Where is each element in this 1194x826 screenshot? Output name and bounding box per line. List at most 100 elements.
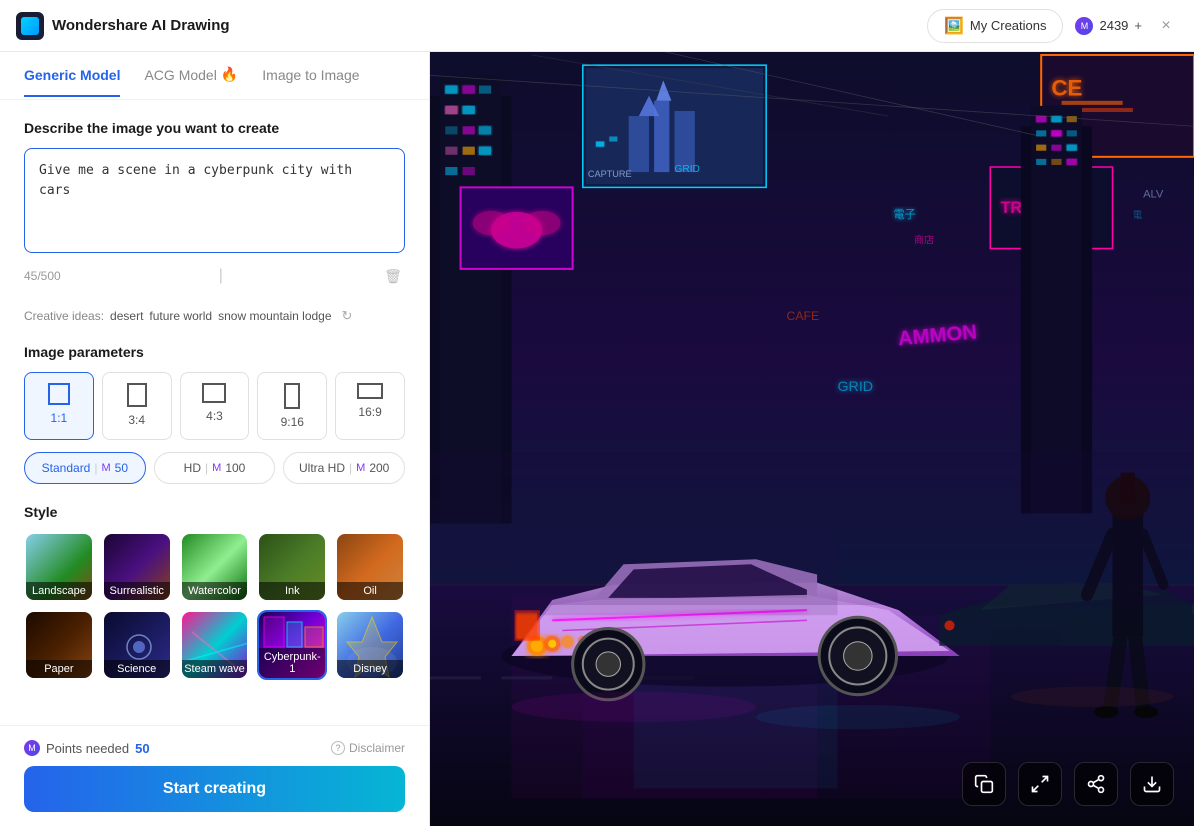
left-panel: Generic Model ACG Model 🔥 Image to Image… xyxy=(0,52,430,826)
quality-divider-hd: | xyxy=(205,461,208,475)
style-cyberpunk-label: Cyberpunk-1 xyxy=(259,648,325,678)
svg-text:GRID: GRID xyxy=(674,164,699,175)
disclaimer-link[interactable]: ? Disclaimer xyxy=(331,741,405,755)
creative-ideas-label: Creative ideas: xyxy=(24,309,104,323)
quality-m-icon-standard: M xyxy=(101,462,110,474)
quality-hd[interactable]: HD | M 100 xyxy=(154,452,276,484)
main-content: Generic Model ACG Model 🔥 Image to Image… xyxy=(0,52,1194,826)
start-creating-button[interactable]: Start creating xyxy=(24,766,405,812)
style-steamwave[interactable]: Steam wave xyxy=(180,610,250,680)
prompt-section-label: Describe the image you want to create xyxy=(24,120,405,136)
prompt-section: Describe the image you want to create Gi… xyxy=(24,120,405,288)
app-title: Wondershare AI Drawing xyxy=(52,17,230,34)
style-paper[interactable]: Paper xyxy=(24,610,94,680)
copy-button[interactable] xyxy=(962,762,1006,806)
svg-text:商店: 商店 xyxy=(914,233,934,246)
image-actions xyxy=(962,762,1174,806)
quality-m-icon-hd: M xyxy=(212,462,221,474)
cyberpunk-scene: GRID CAPTURE CE TRUCS xyxy=(430,52,1194,826)
points-icon: M xyxy=(1075,17,1093,35)
my-creations-button[interactable]: 🖼️ My Creations xyxy=(927,9,1064,43)
titlebar: Wondershare AI Drawing 🖼️ My Creations M… xyxy=(0,0,1194,52)
idea-chip-snow[interactable]: snow mountain lodge xyxy=(218,309,331,323)
idea-chip-desert[interactable]: desert xyxy=(110,309,143,323)
ratio-16-9-icon xyxy=(357,383,383,399)
my-creations-avatar-icon: 🖼️ xyxy=(944,16,964,36)
svg-text:電子: 電子 xyxy=(893,208,915,221)
style-surrealistic[interactable]: Surrealistic xyxy=(102,532,172,602)
style-steamwave-label: Steam wave xyxy=(182,660,248,678)
style-cyberpunk[interactable]: Cyberpunk-1 xyxy=(257,610,327,680)
fire-icon: 🔥 xyxy=(221,66,238,83)
points-value: 50 xyxy=(135,741,149,756)
right-panel: GRID CAPTURE CE TRUCS xyxy=(430,52,1194,826)
style-section: Style Landscape Surrealistic Watercolor xyxy=(24,504,405,680)
creative-ideas: Creative ideas: desert future world snow… xyxy=(24,308,405,324)
tab-generic-model[interactable]: Generic Model xyxy=(24,55,120,97)
quality-m-icon-uhd: M xyxy=(356,462,365,474)
svg-text:CE: CE xyxy=(1051,76,1082,101)
style-disney-label: Disney xyxy=(337,660,403,678)
idea-chip-future-world[interactable]: future world xyxy=(149,309,212,323)
expand-button[interactable] xyxy=(1018,762,1062,806)
ratio-1-1-icon xyxy=(48,383,70,405)
ratio-4-3[interactable]: 4:3 xyxy=(180,372,250,440)
tabs-bar: Generic Model ACG Model 🔥 Image to Image xyxy=(0,52,429,100)
my-creations-label: My Creations xyxy=(970,18,1047,33)
prompt-textarea[interactable]: Give me a scene in a cyberpunk city with… xyxy=(24,148,405,253)
svg-text:ALV: ALV xyxy=(1143,189,1164,201)
style-surrealistic-label: Surrealistic xyxy=(104,582,170,600)
style-grid: Landscape Surrealistic Watercolor Ink xyxy=(24,532,405,680)
ratio-4-3-icon xyxy=(202,383,226,403)
points-count: 2439 xyxy=(1099,18,1128,33)
tab-image-to-image[interactable]: Image to Image xyxy=(262,55,359,97)
style-ink[interactable]: Ink xyxy=(257,532,327,602)
style-watercolor[interactable]: Watercolor xyxy=(180,532,250,602)
ratio-3-4[interactable]: 3:4 xyxy=(102,372,172,440)
image-params-section: Image parameters 1:1 3:4 4:3 xyxy=(24,344,405,484)
close-button[interactable]: × xyxy=(1154,14,1178,38)
app-logo-inner xyxy=(21,17,39,35)
style-ink-label: Ink xyxy=(259,582,325,600)
svg-text:電: 電 xyxy=(1133,210,1142,220)
style-science-label: Science xyxy=(104,660,170,678)
titlebar-left: Wondershare AI Drawing xyxy=(16,12,230,40)
tab-acg-model[interactable]: ACG Model 🔥 xyxy=(144,54,238,97)
textarea-footer: 45/500 | 🗑 xyxy=(24,264,405,288)
add-points-button[interactable]: + xyxy=(1134,18,1142,33)
style-science[interactable]: Science xyxy=(102,610,172,680)
quality-standard[interactable]: Standard | M 50 xyxy=(24,452,146,484)
svg-text:CAPTURE: CAPTURE xyxy=(588,169,632,179)
quality-divider: | xyxy=(94,461,97,475)
points-needed: M Points needed 50 xyxy=(24,740,150,756)
ratio-9-16[interactable]: 9:16 xyxy=(257,372,327,440)
style-watercolor-label: Watercolor xyxy=(182,582,248,600)
svg-text:CAFE: CAFE xyxy=(787,309,820,323)
app-logo xyxy=(16,12,44,40)
params-section-label: Image parameters xyxy=(24,344,405,360)
content-area: Describe the image you want to create Gi… xyxy=(0,100,429,725)
style-oil[interactable]: Oil xyxy=(335,532,405,602)
share-button[interactable] xyxy=(1074,762,1118,806)
clear-button[interactable]: 🗑 xyxy=(381,264,405,288)
char-count: 45/500 xyxy=(24,269,61,283)
quality-grid: Standard | M 50 HD | M 100 Ultra HD | xyxy=(24,452,405,484)
refresh-ideas-icon[interactable]: ↻ xyxy=(342,308,358,324)
ratio-grid: 1:1 3:4 4:3 9:16 xyxy=(24,372,405,440)
ratio-3-4-icon xyxy=(127,383,147,407)
disclaimer-question-icon: ? xyxy=(331,741,345,755)
points-display: M 2439 + xyxy=(1075,17,1142,35)
style-oil-label: Oil xyxy=(337,582,403,600)
style-landscape[interactable]: Landscape xyxy=(24,532,94,602)
download-button[interactable] xyxy=(1130,762,1174,806)
ratio-16-9[interactable]: 16:9 xyxy=(335,372,405,440)
ratio-1-1[interactable]: 1:1 xyxy=(24,372,94,440)
ratio-9-16-icon xyxy=(284,383,300,409)
quality-ultrahd[interactable]: Ultra HD | M 200 xyxy=(283,452,405,484)
style-section-label: Style xyxy=(24,504,405,520)
quality-divider-uhd: | xyxy=(349,461,352,475)
svg-text:GRID: GRID xyxy=(837,379,873,395)
style-disney[interactable]: Disney xyxy=(335,610,405,680)
style-landscape-label: Landscape xyxy=(26,582,92,600)
bottom-bar: M Points needed 50 ? Disclaimer Start cr… xyxy=(0,725,429,826)
